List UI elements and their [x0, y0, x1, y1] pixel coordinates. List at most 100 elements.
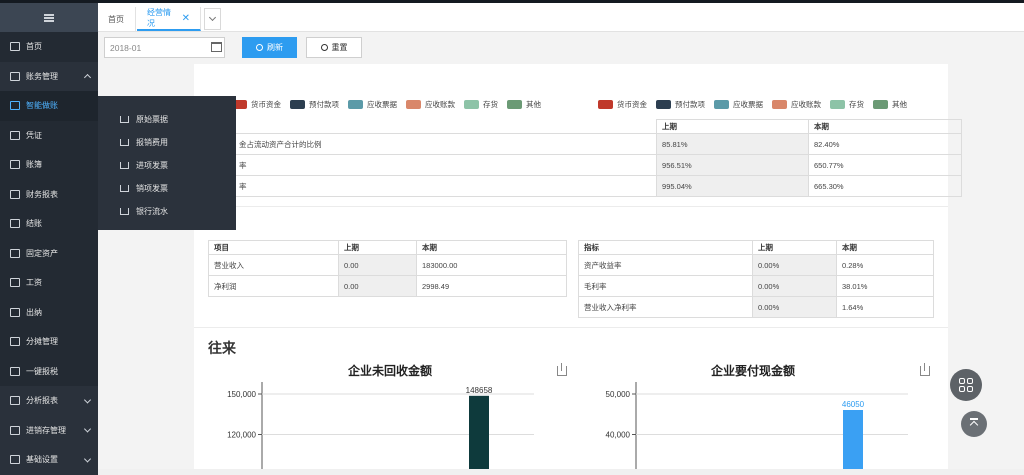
- sidebar-item-7[interactable]: 固定资产: [0, 238, 98, 268]
- legend-entry[interactable]: 货币资金: [232, 99, 281, 110]
- legend-entry[interactable]: 应收票据: [714, 99, 763, 110]
- legend-entry[interactable]: 其他: [507, 99, 541, 110]
- sidebar-item-6[interactable]: 结账: [0, 209, 98, 239]
- table-cell: 0.00%: [752, 275, 837, 297]
- divider: [194, 206, 948, 207]
- voucher-icon: [10, 130, 20, 140]
- table-cell: 率: [234, 175, 658, 197]
- allocation-icon: [10, 337, 20, 347]
- legend-swatch: [348, 100, 363, 109]
- flyout-item-4[interactable]: 银行流水: [98, 200, 236, 223]
- table-cell: 38.01%: [836, 275, 934, 297]
- indicator-header-item: 指标: [578, 240, 753, 255]
- sidebar-item-14[interactable]: 基础设置: [0, 445, 98, 475]
- profit-table: 项目 上期 本期 营业收入 0.00 183000.00 净利润 0.00 2998.49: [208, 240, 567, 297]
- smart-accounting-flyout: 原始票据 报销费用 进项发票 销项发票 银行流水: [98, 96, 236, 230]
- tab-business-status[interactable]: 经营情况 ✕: [137, 7, 201, 31]
- table-cell: 0.28%: [836, 254, 934, 276]
- grid-icon: [959, 378, 973, 392]
- sidebar-item-2[interactable]: 智能做账: [0, 91, 98, 121]
- legend-label: 预付款项: [309, 100, 339, 109]
- legend-entry[interactable]: 应收账款: [406, 99, 455, 110]
- sidebar-item-5[interactable]: 财务报表: [0, 179, 98, 209]
- period-date-input[interactable]: [104, 37, 225, 58]
- document-tray-icon: [120, 185, 129, 192]
- legend-entry[interactable]: 其他: [873, 99, 907, 110]
- tab-home[interactable]: 首页: [98, 7, 136, 31]
- chevron-down-icon: [83, 425, 92, 433]
- legend-label: 存货: [483, 100, 498, 109]
- table-cell: 金占流动资产合计的比例: [234, 133, 658, 155]
- document-tray-icon: [120, 208, 129, 215]
- legend-label: 应收账款: [425, 100, 455, 109]
- flyout-item-2[interactable]: 进项发票: [98, 154, 236, 177]
- ratio-header-cur: 本期: [807, 119, 963, 134]
- close-icon[interactable]: ✕: [182, 13, 190, 24]
- tab-bar: 首页 经营情况 ✕: [98, 0, 1024, 32]
- ratio-table: 上期 本期 金占流动资产合计的比例 85.81% 82.40% 率 956.51% 650…: [234, 119, 963, 197]
- chevron-down-icon: [83, 396, 92, 404]
- legend-label: 应收账款: [791, 100, 821, 109]
- legend-entry[interactable]: 应收账款: [772, 99, 821, 110]
- legend-swatch: [714, 100, 729, 109]
- sidebar-item-0[interactable]: 首页: [0, 32, 98, 62]
- table-cell: 956.51%: [656, 154, 809, 176]
- legend-entry[interactable]: 货币资金: [598, 99, 647, 110]
- legend-entry[interactable]: 预付款项: [290, 99, 339, 110]
- legend-entry[interactable]: 预付款项: [656, 99, 705, 110]
- sidebar-item-10[interactable]: 分摊管理: [0, 327, 98, 357]
- sidebar-item-3[interactable]: 凭证: [0, 120, 98, 150]
- document-tray-icon: [120, 162, 129, 169]
- legend-swatch: [772, 100, 787, 109]
- ratio-header-prev: 上期: [656, 119, 809, 134]
- ledger-icon: [10, 71, 20, 81]
- reset-icon: [320, 44, 328, 51]
- sidebar-item-label: 固定资产: [26, 248, 58, 258]
- legend-entry[interactable]: 存货: [830, 99, 864, 110]
- legend-swatch: [598, 100, 613, 109]
- apps-fab-button[interactable]: [950, 369, 982, 401]
- sidebar-item-12[interactable]: 分析报表: [0, 386, 98, 416]
- legend-swatch: [406, 100, 421, 109]
- download-icon[interactable]: [920, 363, 930, 376]
- calendar-icon[interactable]: [211, 42, 222, 52]
- refresh-icon: [256, 44, 263, 51]
- reset-button[interactable]: 重置: [306, 37, 362, 58]
- flyout-item-0[interactable]: 原始票据: [98, 108, 236, 131]
- indicator-table-header: 指标 上期 本期: [578, 240, 934, 255]
- table-cell: 995.04%: [656, 175, 809, 197]
- sidebar: 首页账务管理智能做账 凭证 账簿 财务报表结账固定资产工资 出纳 分摊管理 一键报税 分析报表…: [0, 0, 98, 475]
- sidebar-item-13[interactable]: 进销存管理: [0, 415, 98, 445]
- menu-toggle[interactable]: [0, 0, 98, 32]
- chevron-up-icon: [83, 74, 92, 82]
- legend-entry[interactable]: 应收票据: [348, 99, 397, 110]
- sidebar-item-label: 账务管理: [26, 71, 58, 81]
- sidebar-item-label: 首页: [26, 42, 42, 52]
- tax-icon: [10, 366, 20, 376]
- table-cell: 650.77%: [807, 154, 963, 176]
- ratio-table-header: 上期 本期: [234, 119, 963, 134]
- back-to-top-button[interactable]: [961, 411, 987, 437]
- refresh-button[interactable]: 刷新: [242, 37, 297, 58]
- profit-table-header: 项目 上期 本期: [208, 240, 567, 255]
- sidebar-item-label: 结账: [26, 219, 42, 229]
- sidebar-item-9[interactable]: 出纳: [0, 297, 98, 327]
- sidebar-menu: 首页账务管理智能做账 凭证 账簿 财务报表结账固定资产工资 出纳 分摊管理 一键报税 分析报表…: [0, 32, 98, 475]
- sidebar-item-4[interactable]: 账簿: [0, 150, 98, 180]
- settings-icon: [10, 455, 20, 465]
- bar[interactable]: [843, 409, 863, 475]
- table-row: 毛利率 0.00% 38.01%: [578, 275, 934, 297]
- smart-accounting-icon: [10, 101, 20, 111]
- tab-dropdown-button[interactable]: [204, 8, 221, 30]
- legend-entry[interactable]: 存货: [464, 99, 498, 110]
- bottom-scrollbar[interactable]: [98, 469, 1024, 475]
- sidebar-item-label: 进销存管理: [26, 425, 66, 435]
- flyout-item-1[interactable]: 报销费用: [98, 131, 236, 154]
- sidebar-item-11[interactable]: 一键报税: [0, 356, 98, 386]
- flyout-item-3[interactable]: 销项发票: [98, 177, 236, 200]
- bar[interactable]: [469, 395, 489, 475]
- download-icon[interactable]: [557, 363, 567, 376]
- legend-label: 货币资金: [251, 100, 281, 109]
- sidebar-item-1[interactable]: 账务管理: [0, 61, 98, 91]
- sidebar-item-8[interactable]: 工资: [0, 268, 98, 298]
